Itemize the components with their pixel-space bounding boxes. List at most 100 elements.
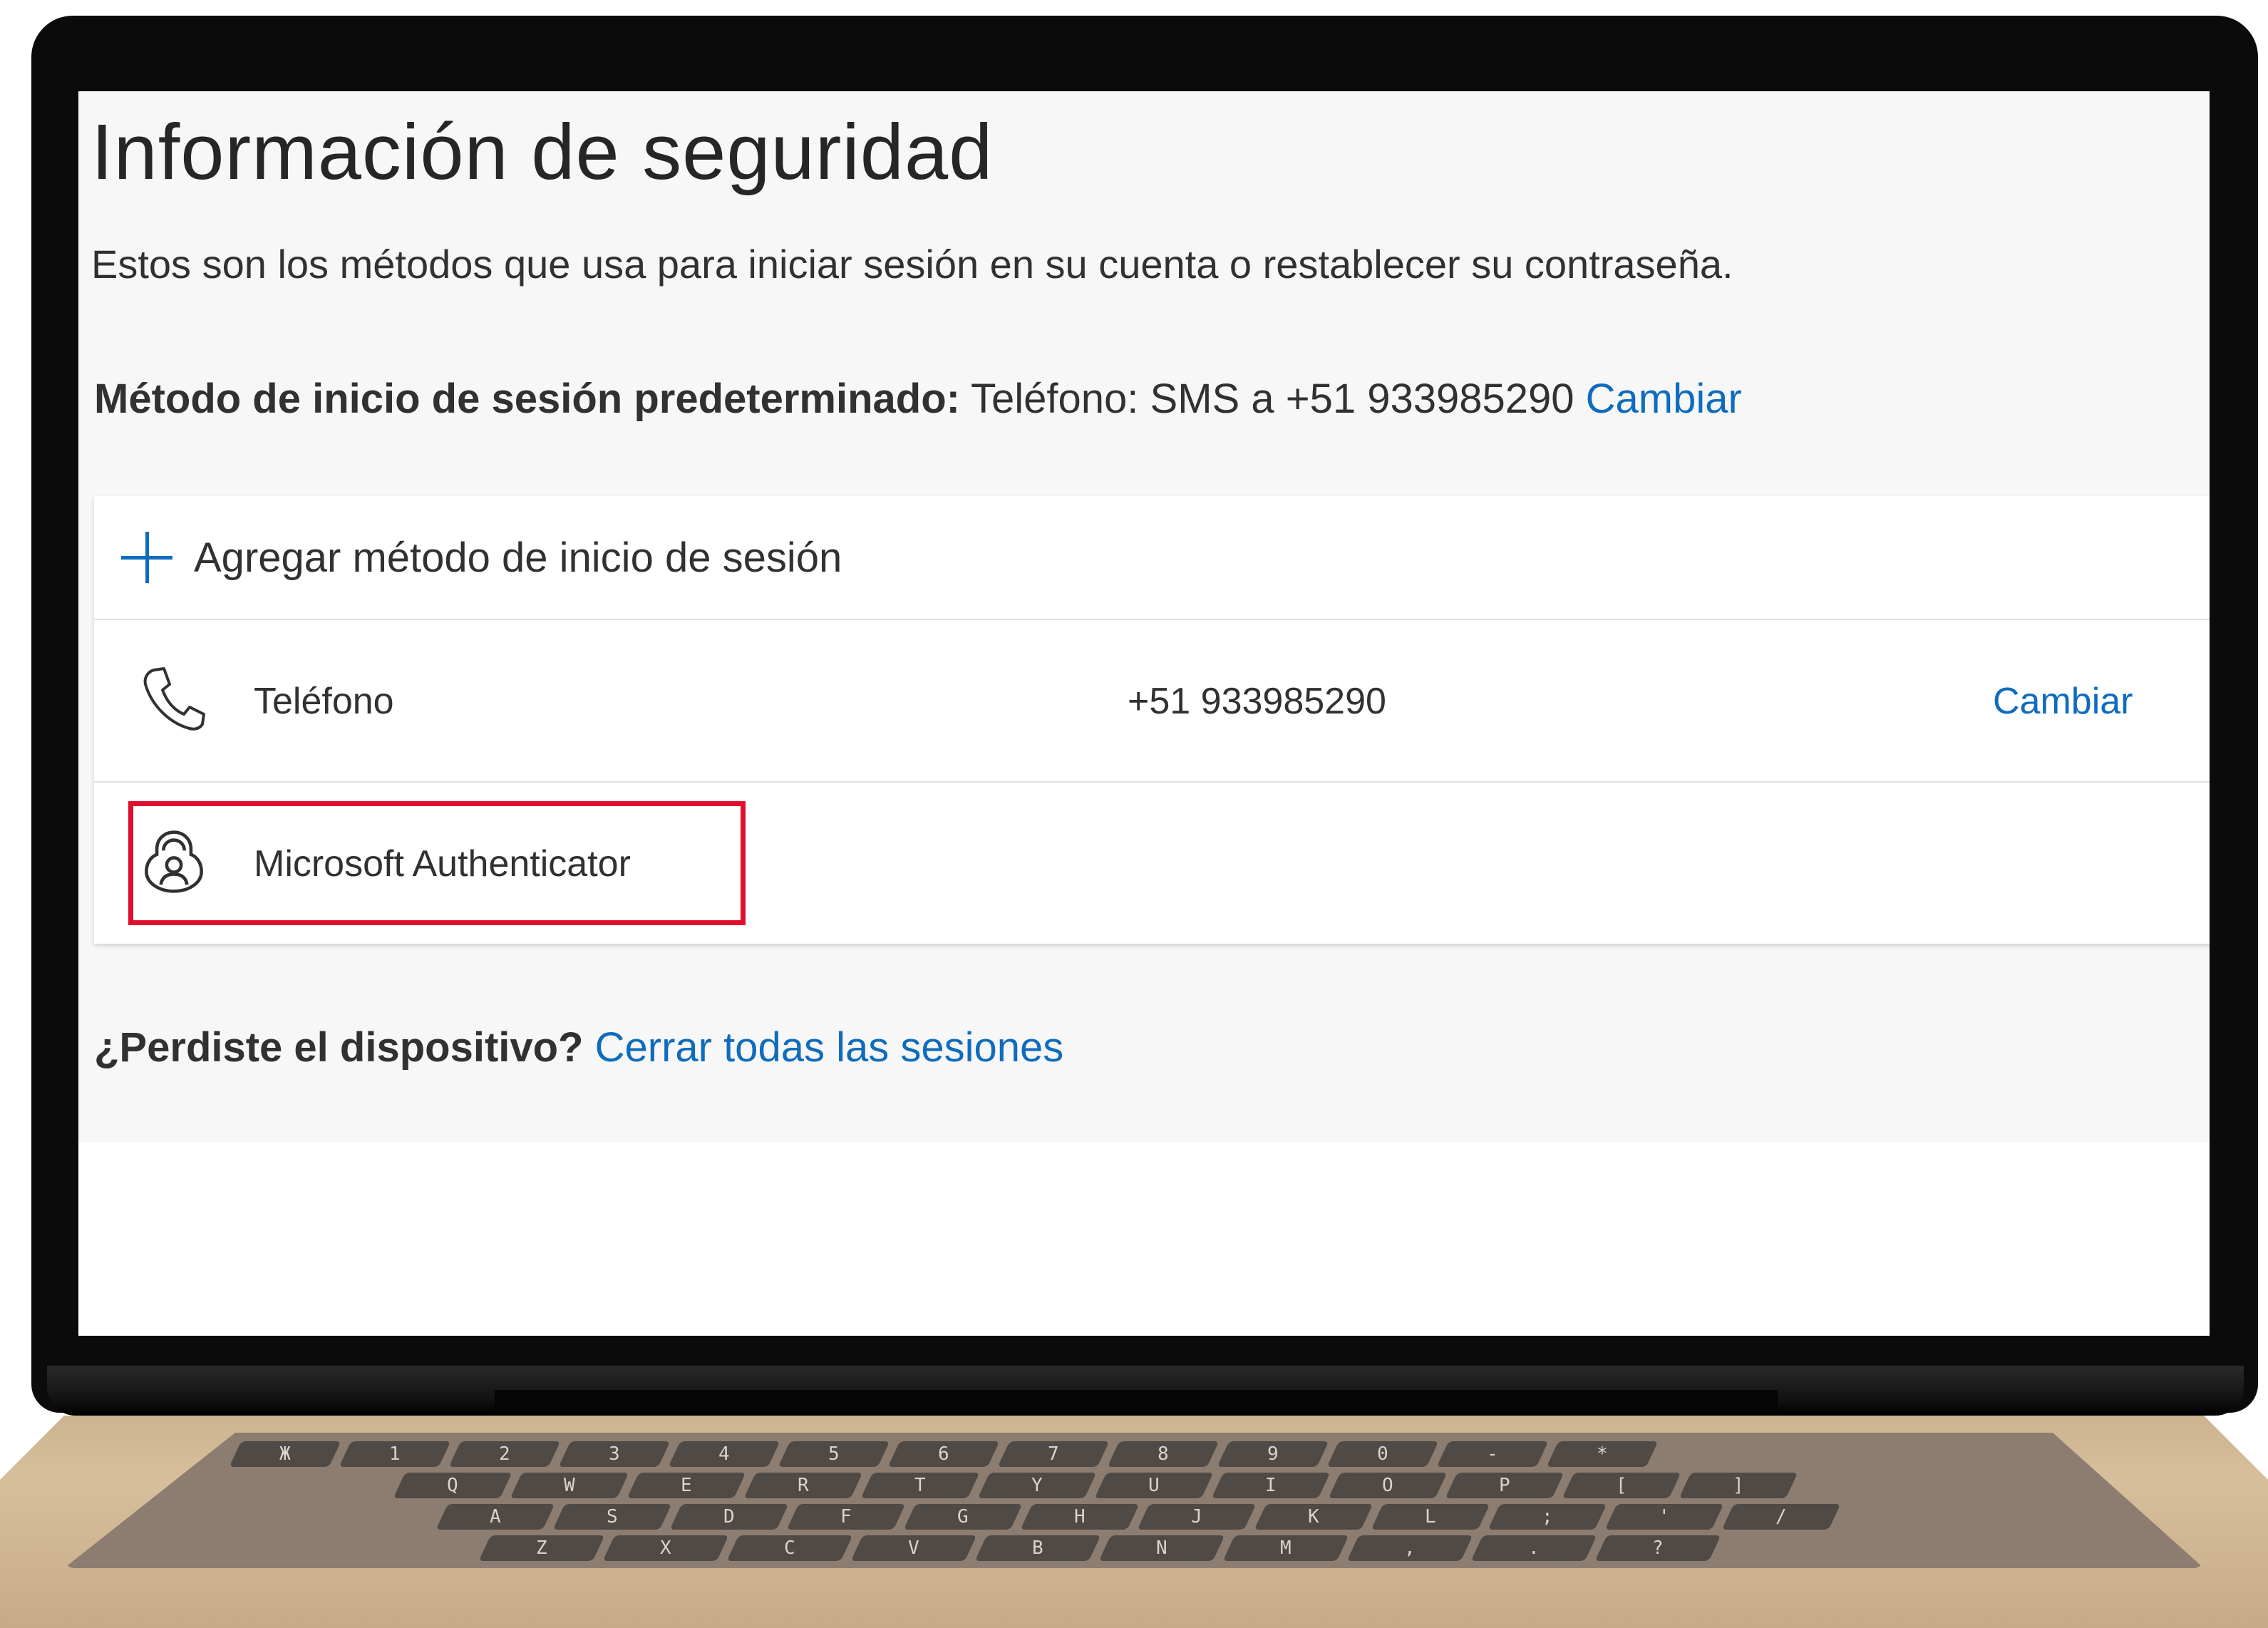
change-phone-link[interactable]: Cambiar (1993, 680, 2133, 723)
key-label: A (490, 1506, 501, 1527)
key: E (627, 1473, 746, 1498)
key: A (435, 1504, 555, 1530)
change-default-method-link[interactable]: Cambiar (1586, 376, 1742, 422)
key: [ (1562, 1473, 1681, 1498)
key: 0 (1326, 1441, 1439, 1467)
key-label: I (1265, 1475, 1277, 1496)
phone-icon (143, 667, 205, 731)
key-label: . (1528, 1537, 1540, 1559)
laptop-screen: Información de seguridad Estos son los m… (78, 91, 2210, 1336)
key-label: G (957, 1506, 969, 1527)
key: K (1254, 1504, 1373, 1530)
key-label: 7 (1048, 1443, 1059, 1465)
add-method-button[interactable]: Agregar método de inicio de sesión (94, 496, 2210, 620)
key-label: O (1382, 1475, 1393, 1496)
key-label: F (840, 1506, 852, 1527)
key: 9 (1217, 1441, 1329, 1467)
key-label: X (660, 1537, 671, 1559)
key-label: S (607, 1506, 618, 1527)
key-label: W (564, 1475, 575, 1496)
keyboard-row-3: A S D F G H J K L; ' / (435, 1504, 1841, 1530)
key: 2 (448, 1441, 561, 1467)
key-label: Z (536, 1537, 547, 1559)
key-label: 6 (938, 1443, 949, 1465)
key: T (860, 1473, 980, 1498)
key: H (1020, 1504, 1140, 1530)
method-value-phone: +51 933985290 (1128, 681, 1386, 722)
key: , (1346, 1535, 1473, 1561)
default-method-label: Método de inicio de sesión predeterminad… (94, 376, 960, 422)
key: 7 (997, 1441, 1110, 1467)
key: ; (1488, 1504, 1607, 1530)
key-label: ? (1652, 1537, 1664, 1559)
method-label-authenticator: Microsoft Authenticator (254, 843, 631, 885)
key-label: ' (1659, 1506, 1670, 1527)
key: ' (1604, 1504, 1724, 1530)
key: U (1094, 1473, 1214, 1498)
key: ? (1594, 1535, 1721, 1561)
method-row-authenticator: Microsoft Authenticator (94, 783, 2210, 944)
key-label: 2 (499, 1443, 510, 1465)
sign-out-everywhere-link[interactable]: Cerrar todas las sesiones (595, 1024, 1064, 1071)
key-label: ] (1733, 1475, 1744, 1496)
key: B (974, 1535, 1101, 1561)
lost-device-question: ¿Perdiste el dispositivo? (94, 1024, 584, 1071)
key-label: - (1487, 1443, 1498, 1465)
plus-icon (121, 532, 172, 583)
key: - (1436, 1441, 1549, 1467)
key-label: T (914, 1475, 926, 1496)
key-label: Ж (279, 1443, 291, 1465)
key-label: Q (447, 1475, 458, 1496)
key-label: 1 (389, 1443, 401, 1465)
key-label: , (1404, 1537, 1416, 1559)
key-label: 4 (718, 1443, 730, 1465)
key: I (1211, 1473, 1331, 1498)
key: 5 (778, 1441, 890, 1467)
key: L (1371, 1504, 1490, 1530)
key-label: P (1499, 1475, 1510, 1496)
key-label: [ (1616, 1475, 1627, 1496)
key-label: N (1156, 1537, 1167, 1559)
method-row-phone: Teléfono +51 933985290 Cambiar (94, 620, 2210, 783)
key-label: C (784, 1537, 795, 1559)
key-label: H (1074, 1506, 1086, 1527)
key: V (850, 1535, 977, 1561)
key-label: 9 (1267, 1443, 1279, 1465)
key: S (552, 1504, 672, 1530)
key-label: R (798, 1475, 809, 1496)
key: ] (1679, 1473, 1798, 1498)
key-label: / (1775, 1506, 1787, 1527)
key-label: * (1597, 1443, 1608, 1465)
key-label: M (1280, 1537, 1292, 1559)
key-label: D (723, 1506, 735, 1527)
keyboard-row-4: Z X C V B N M,.? (478, 1535, 1721, 1561)
key: 1 (339, 1441, 451, 1467)
key: M (1222, 1535, 1349, 1561)
key: R (743, 1473, 863, 1498)
hinge-notch (495, 1390, 1778, 1414)
lost-device: ¿Perdiste el dispositivo? Cerrar todas l… (94, 1024, 1063, 1071)
page-title: Información de seguridad (91, 108, 994, 196)
page-subtitle: Estos son los métodos que usa para inici… (91, 242, 1733, 287)
key: Ж (229, 1441, 341, 1467)
key: Z (478, 1535, 605, 1561)
key-label: L (1425, 1506, 1436, 1527)
key-label: 0 (1377, 1443, 1388, 1465)
security-info-page: Información de seguridad Estos son los m… (78, 91, 2210, 1142)
key: W (510, 1473, 629, 1498)
keyboard-row-1: Ж 1 2 3 4 5 6 7 8 9 0 - * (229, 1441, 1659, 1467)
key-label: ; (1542, 1506, 1553, 1527)
method-label-phone: Teléfono (254, 681, 394, 722)
keyboard-row-2: Q W E R T Y U I O P [] (393, 1473, 1798, 1498)
authenticator-icon (145, 830, 203, 893)
key: 6 (887, 1441, 1000, 1467)
key-label: V (908, 1537, 919, 1559)
key: Q (393, 1473, 512, 1498)
key-label: U (1148, 1475, 1160, 1496)
key-label: Y (1031, 1475, 1043, 1496)
key-label: 3 (609, 1443, 620, 1465)
methods-card: Agregar método de inicio de sesión Teléf… (94, 496, 2210, 944)
key-label: 5 (828, 1443, 840, 1465)
key: X (602, 1535, 729, 1561)
key: C (726, 1535, 853, 1561)
